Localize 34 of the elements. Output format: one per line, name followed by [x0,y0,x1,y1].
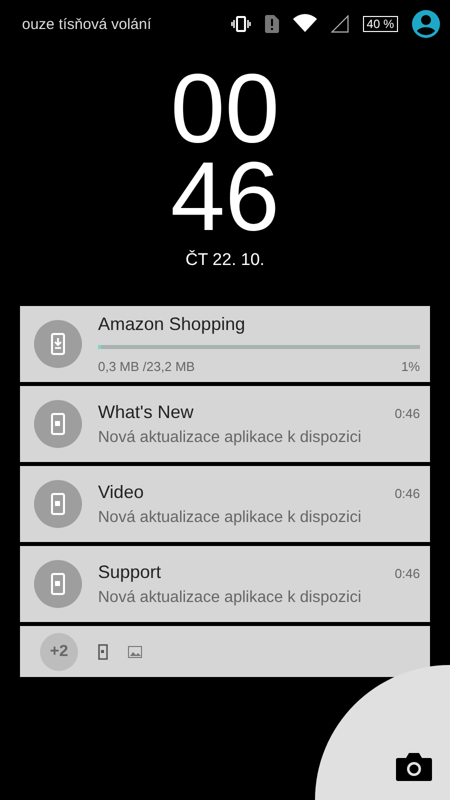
download-size: 0,3 MB /23,2 MB [98,359,195,374]
date-text: ČT 22. 10. [185,250,265,270]
signal-icon [330,15,349,33]
notification-card[interactable]: What's New 0:46 Nová aktualizace aplikace k dispozici [20,386,430,462]
wifi-icon [292,14,317,34]
notification-text: Nová aktualizace aplikace k dispozici [98,588,362,606]
clock-hours: 00 [170,64,280,152]
image-icon [128,646,142,658]
clock-minutes: 46 [170,152,280,240]
notification-time: 0:46 [394,406,420,420]
vibrate-icon [230,16,251,32]
avatar-icon[interactable] [412,10,440,38]
download-icon [51,333,65,355]
notification-title: Amazon Shopping [98,314,246,335]
phone-icon [51,493,65,515]
status-text: ouze tísňová volání [22,16,152,32]
notification-card[interactable]: Support 0:46 Nová aktualizace aplikace k dispozici [20,546,430,622]
phone-icon [98,644,108,660]
notification-card[interactable]: Video 0:46 Nová aktualizace aplikace k dispozici [20,466,430,542]
notification-time: 0:46 [394,566,420,580]
notification-card[interactable]: Amazon Shopping 0,3 MB /23,2 MB 1% [20,306,430,382]
phone-icon [51,573,65,595]
battery-indicator: 40 % [362,16,398,32]
phone-icon [51,413,65,435]
notification-text: Nová aktualizace aplikace k dispozici [98,508,362,526]
more-count: +2 [40,632,78,670]
camera-icon [395,752,433,782]
notification-text: Nová aktualizace aplikace k dispozici [98,428,362,446]
notification-title: What's New [98,402,194,422]
download-percent: 1% [401,359,420,374]
sim-alert-icon [264,15,279,33]
notification-title: Video [98,482,144,502]
notification-title: Support [98,562,162,582]
notification-time: 0:46 [394,486,420,500]
